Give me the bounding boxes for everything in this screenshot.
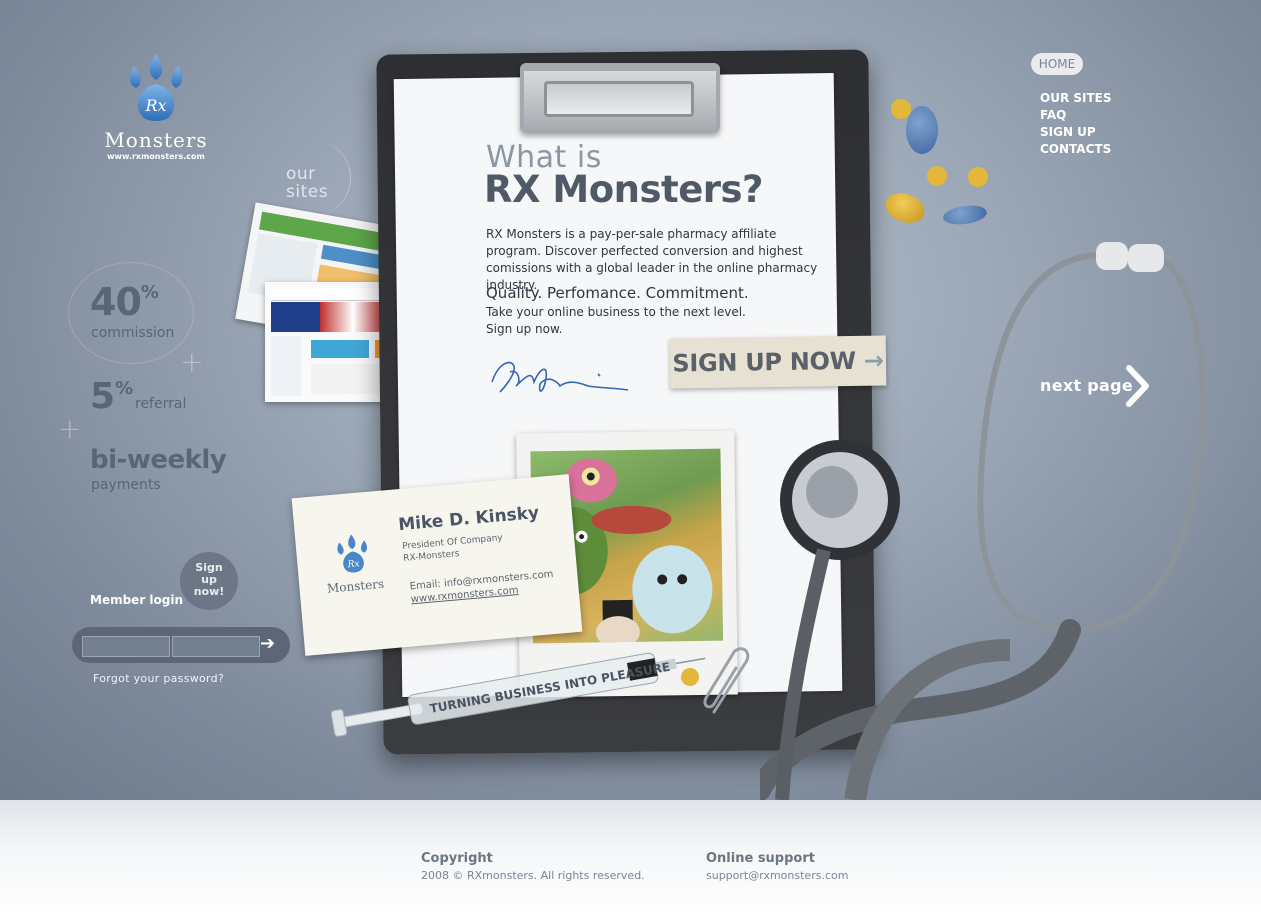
pill-yellow-small — [927, 166, 947, 186]
nav-faq[interactable]: FAQ — [1040, 107, 1112, 124]
stethoscope-image — [760, 242, 1206, 800]
main-nav: OUR SITES FAQ SIGN UP CONTACTS — [1040, 90, 1112, 158]
pill-blue-diamond — [906, 106, 938, 154]
card-title: President Of Company RX-Monsters — [402, 532, 504, 565]
stat-referral-value: 5% — [90, 376, 134, 417]
card-contact: Email: info@rxmonsters.com www.rxmonster… — [409, 568, 555, 606]
our-sites-line1: our — [286, 164, 316, 184]
chevron-right-icon[interactable] — [1124, 364, 1152, 408]
login-submit-arrow-icon[interactable]: ➔ — [260, 633, 275, 654]
footer-copyright-text: 2008 © RXmonsters. All rights reserved. — [421, 869, 645, 882]
tagline: Quality. Perfomance. Commitment. — [486, 284, 749, 302]
login-form: ➔ — [72, 627, 290, 663]
clipboard-clip — [520, 63, 720, 133]
nav-our-sites[interactable]: OUR SITES — [1040, 90, 1112, 107]
our-sites-link[interactable]: our sites — [286, 165, 328, 201]
nav-sign-up[interactable]: SIGN UP — [1040, 124, 1112, 141]
syringe-image: TURNING BUSINESS INTO PLEASURE — [330, 652, 706, 737]
hero-stage: Rx Monsters www.rxmonsters.com our sites… — [0, 0, 1261, 800]
card-name: Mike D. Kinsky — [397, 502, 540, 536]
member-login-label: Member login — [90, 593, 184, 607]
stat-commission-value: 40% — [90, 280, 159, 324]
footer-support-heading: Online support — [706, 851, 815, 866]
card-logo-wordmark: Monsters — [326, 576, 385, 596]
logo-url[interactable]: www.rxmonsters.com — [96, 152, 216, 161]
signup-now-bubble[interactable]: Sign up now! — [180, 552, 238, 610]
pill-yellow-small — [968, 167, 988, 187]
stat-referral-label: referral — [135, 396, 187, 412]
logo-wordmark: Monsters — [104, 128, 208, 152]
paw-logo-icon: Rx — [337, 534, 368, 573]
signup-bubble-line3: now! — [193, 585, 225, 598]
footer: Copyright 2008 © RXmonsters. All rights … — [0, 800, 1261, 918]
stat-payments-value: bi-weekly — [90, 445, 227, 475]
pill-blue-oval — [941, 203, 989, 227]
sub-text-line1: Take your online business to the next le… — [486, 305, 746, 319]
nav-contacts[interactable]: CONTACTS — [1040, 141, 1112, 158]
signature-image — [491, 361, 629, 393]
password-input[interactable] — [172, 636, 260, 657]
nav-home[interactable]: HOME — [1031, 53, 1083, 75]
paperclip-image — [703, 647, 750, 714]
pill-yellow-small — [681, 668, 699, 686]
site-logo[interactable]: Rx Monsters www.rxmonsters.com — [96, 52, 216, 161]
sub-text: Take your online business to the next le… — [486, 304, 746, 338]
footer-support-email[interactable]: support@rxmonsters.com — [706, 869, 848, 882]
our-sites-line2: sites — [286, 182, 329, 202]
svg-text:Rx: Rx — [346, 559, 360, 570]
paw-logo-icon: Rx — [129, 54, 183, 121]
pill-yellow-oval — [881, 188, 929, 228]
footer-copyright-heading: Copyright — [421, 851, 493, 866]
business-card: Rx Monsters Mike D. Kinsky President Of … — [291, 474, 583, 656]
heading-rx-monsters: RX Monsters? — [484, 168, 764, 211]
stat-payments-label: payments — [91, 477, 161, 493]
forgot-password-link[interactable]: Forgot your password? — [93, 672, 224, 685]
sub-text-line2: Sign up now. — [486, 322, 563, 336]
card-logo: Rx Monsters — [317, 530, 390, 596]
svg-text:Rx: Rx — [144, 96, 166, 115]
decor-crosshair: + — [180, 345, 204, 378]
next-page-link[interactable]: next page — [1040, 376, 1133, 395]
username-input[interactable] — [82, 636, 170, 657]
decor-crosshair: + — [58, 412, 82, 445]
stat-commission-label: commission — [91, 325, 175, 341]
